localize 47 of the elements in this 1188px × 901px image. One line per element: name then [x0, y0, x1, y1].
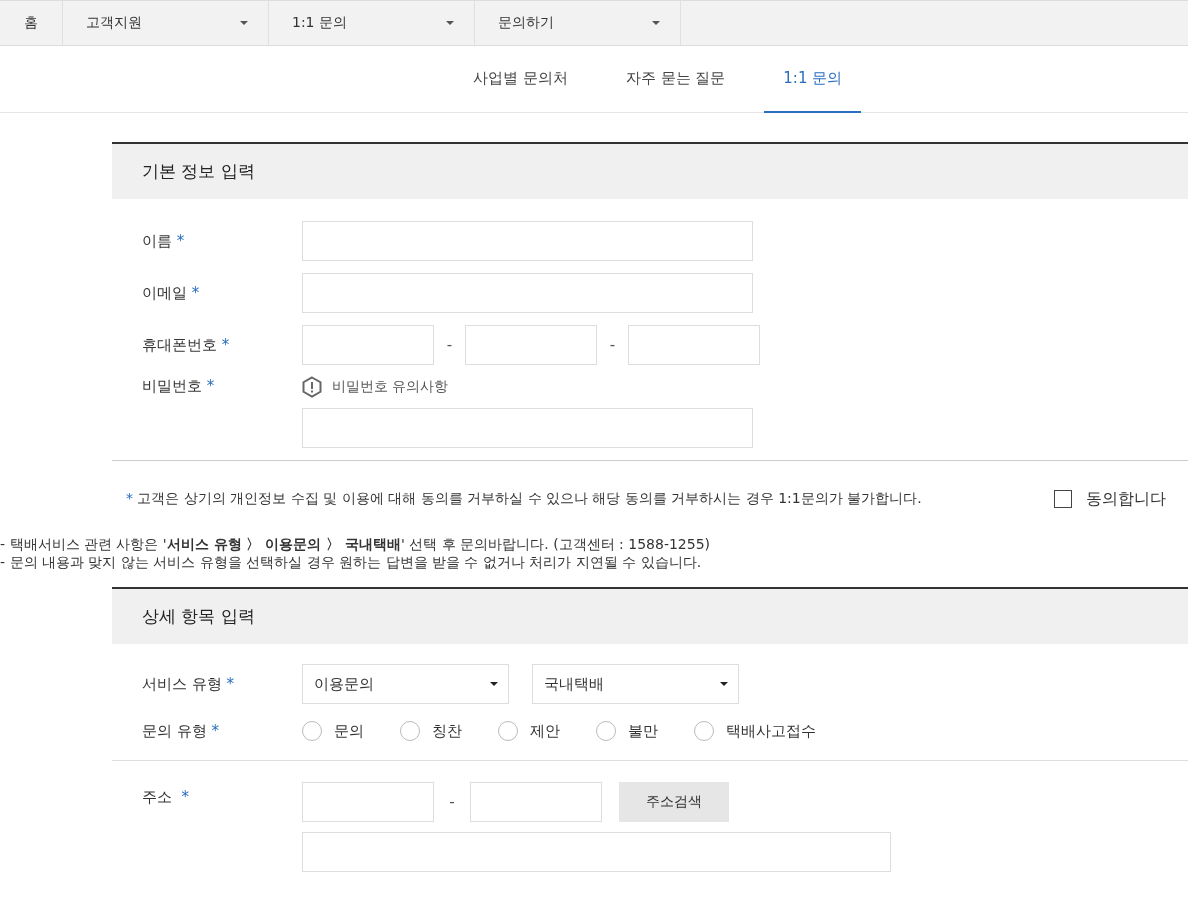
radio-option[interactable]: 택배사고접수 — [694, 721, 816, 741]
caret-icon — [240, 21, 248, 25]
postcode-input[interactable] — [470, 782, 602, 822]
caret-icon — [652, 21, 660, 25]
caret-icon — [446, 21, 454, 25]
tab[interactable]: 자주 묻는 질문 — [606, 46, 745, 113]
service-type-select[interactable]: 이용문의 — [302, 664, 509, 704]
field-label: 주소 * — [142, 787, 191, 807]
notice-text: - 택배서비스 관련 사항은 '서비스 유형 〉 이용문의 〉 국내택배' 선택 후 문의바랍니다. (고객센터 : 1588-1255) — [0, 535, 712, 553]
radio-option[interactable]: 문의 — [302, 721, 364, 741]
field-label: 이름 * — [142, 231, 186, 251]
caret-icon — [490, 682, 498, 686]
tab[interactable]: 사업별 문의처 — [454, 46, 587, 113]
field-label: 서비스 유형 * — [142, 674, 236, 694]
breadcrumb-dropdown[interactable]: 문의하기 — [475, 1, 681, 45]
warning-icon — [302, 376, 322, 398]
service-subtype-select[interactable]: 국내택배 — [532, 664, 739, 704]
separator-text: - — [445, 336, 454, 354]
postcode-input[interactable] — [302, 782, 434, 822]
phone-input[interactable] — [465, 325, 597, 365]
field-label: 이메일 * — [142, 283, 201, 303]
password-input[interactable] — [302, 408, 753, 448]
section-title: 상세 항목 입력 — [142, 605, 255, 628]
home-link[interactable]: 홈 — [0, 1, 63, 45]
password-notice-link[interactable]: 비밀번호 유의사항 — [332, 378, 449, 396]
phone-input[interactable] — [302, 325, 434, 365]
radio-option[interactable]: 제안 — [498, 721, 560, 741]
radio-option[interactable]: 불만 — [596, 721, 658, 741]
breadcrumb-dropdown[interactable]: 1:1 문의 — [269, 1, 475, 45]
notice-text: - 문의 내용과 맞지 않는 서비스 유형을 선택하실 경우 원하는 답변을 받을 수 없거나 처리가 지연될 수 있습니다. — [0, 553, 703, 571]
separator-text: - — [608, 336, 617, 354]
field-label: 문의 유형 * — [142, 721, 221, 741]
name-input[interactable] — [302, 221, 753, 261]
radio-option[interactable]: 칭찬 — [400, 721, 462, 741]
section-title: 기본 정보 입력 — [142, 160, 255, 183]
phone-input[interactable] — [628, 325, 760, 365]
separator-text: - — [448, 793, 456, 811]
consent-text: * 고객은 상기의 개인정보 수집 및 이용에 대해 동의를 거부하실 수 있으나 해당 동의를 거부하시는 경우 1:1문의가 불가합니다. — [126, 490, 922, 508]
field-label: 비밀번호 * — [142, 377, 216, 396]
email-input[interactable] — [302, 273, 753, 313]
address-input[interactable] — [302, 832, 891, 872]
caret-icon — [720, 682, 728, 686]
address-search-button[interactable]: 주소검색 — [619, 782, 729, 822]
field-label: 휴대폰번호 * — [142, 335, 231, 355]
breadcrumb-dropdown[interactable]: 고객지원 — [63, 1, 269, 45]
agree-checkbox[interactable]: 동의합니다 — [1054, 488, 1166, 510]
tab[interactable]: 1:1 문의 — [764, 46, 862, 113]
